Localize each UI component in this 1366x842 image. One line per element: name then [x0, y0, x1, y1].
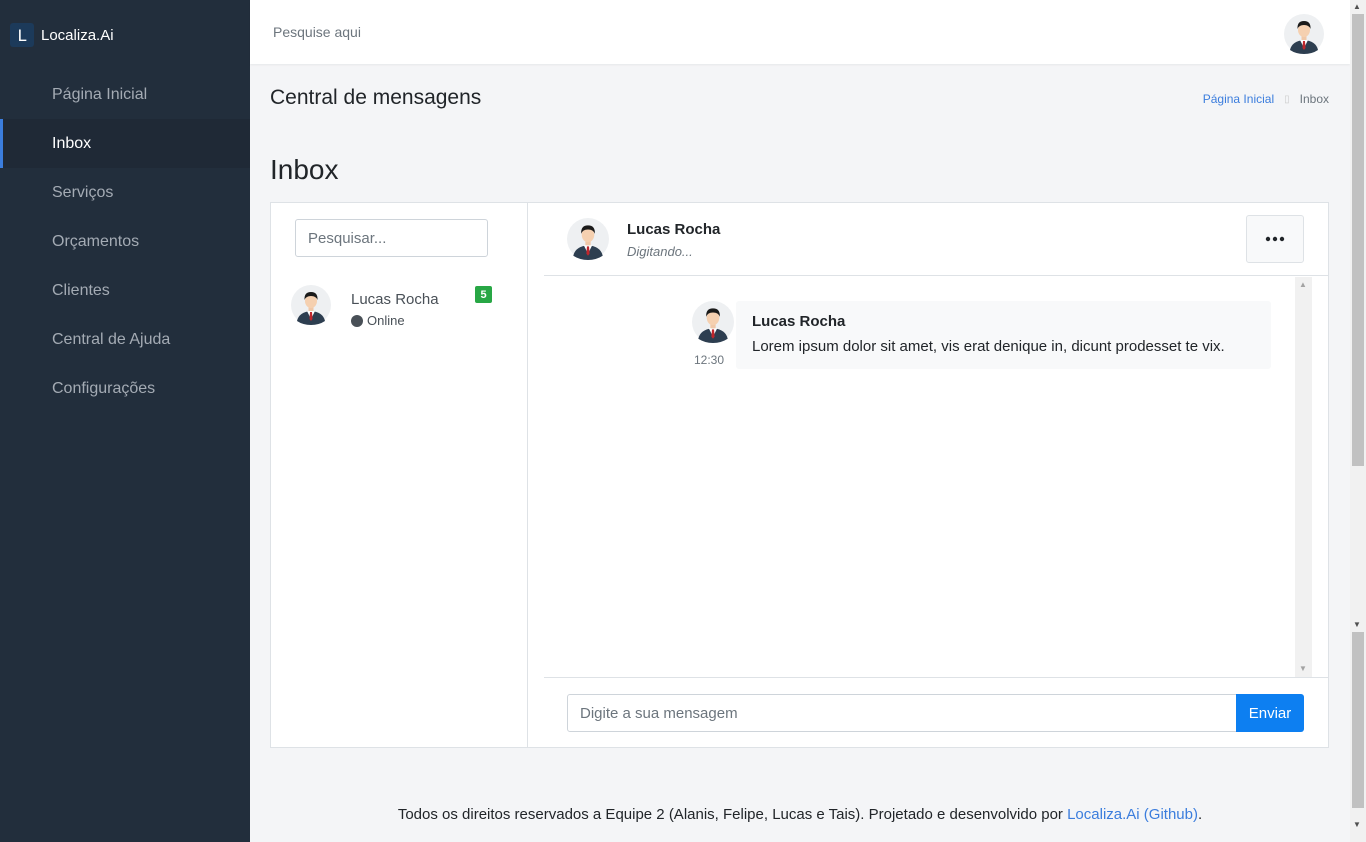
message-composer: Enviar	[544, 677, 1328, 747]
sidebar-item-home[interactable]: Página Inicial	[0, 70, 250, 119]
messages-area[interactable]: 12:30 Lucas Rocha Lorem ipsum dolor sit …	[544, 277, 1328, 677]
page-title: Inbox	[270, 154, 339, 185]
send-button[interactable]: Enviar	[1236, 694, 1304, 732]
message-time: 12:30	[694, 353, 725, 367]
message-author: Lucas Rocha	[752, 313, 846, 330]
contact-avatar-icon	[291, 285, 331, 325]
sidebar-item-label: Serviços	[52, 183, 114, 201]
user-avatar-icon[interactable]	[1284, 14, 1324, 54]
sidebar-item-label: Configurações	[52, 379, 156, 397]
topbar	[250, 0, 1350, 64]
inbox-card: Lucas Rocha Online 5 Lucas Rocha Digitan…	[270, 202, 1329, 748]
footer-end: .	[1198, 806, 1203, 823]
sidebar: L Localiza.Ai Página Inicial Inbox Servi…	[0, 0, 250, 842]
global-search-input[interactable]	[273, 24, 473, 40]
sidebar-nav: Página Inicial Inbox Serviços Orçamentos…	[0, 70, 250, 413]
page-header: Central de mensagens	[270, 86, 482, 109]
message-input[interactable]	[567, 694, 1237, 732]
contact-list-item[interactable]: Lucas Rocha Online 5	[291, 285, 501, 329]
breadcrumb-current: Inbox	[1299, 92, 1329, 106]
scrollbar-thumb-lower[interactable]	[1352, 632, 1364, 808]
chat-typing-status: Digitando...	[627, 244, 693, 259]
chat-contact-name: Lucas Rocha	[627, 221, 721, 238]
ellipsis-icon	[1265, 236, 1285, 242]
message-avatar-icon	[692, 301, 734, 343]
page-scrollbar[interactable]: ▲ ▼ ▼	[1350, 0, 1366, 842]
status-dot-icon	[351, 314, 363, 327]
sidebar-item-label: Orçamentos	[52, 232, 140, 250]
sidebar-item-quotes[interactable]: Orçamentos	[0, 217, 250, 266]
brand-name: Localiza.Ai	[41, 26, 114, 44]
scroll-up-arrow-icon[interactable]: ▲	[1353, 2, 1361, 11]
brand-logo: L	[10, 23, 34, 47]
sidebar-item-settings[interactable]: Configurações	[0, 364, 250, 413]
sidebar-item-services[interactable]: Serviços	[0, 168, 250, 217]
contact-status: Online	[351, 313, 405, 328]
scroll-down-arrow-icon[interactable]: ▼	[1299, 664, 1307, 673]
message-bubble: Lucas Rocha Lorem ipsum dolor sit amet, …	[736, 301, 1271, 369]
breadcrumb-home-link[interactable]: Página Inicial	[1203, 92, 1274, 106]
sidebar-item-help[interactable]: Central de Ajuda	[0, 315, 250, 364]
breadcrumb-separator-icon: ▯	[1284, 93, 1290, 105]
contact-name: Lucas Rocha	[351, 291, 439, 308]
scroll-up-arrow-icon[interactable]: ▲	[1299, 280, 1307, 289]
sidebar-item-label: Clientes	[52, 281, 110, 299]
footer-text: Todos os direitos reservados a Equipe 2 …	[397, 806, 1068, 823]
brand[interactable]: L Localiza.Ai	[0, 0, 250, 70]
more-options-button[interactable]	[1246, 215, 1304, 263]
sidebar-item-label: Inbox	[52, 134, 92, 152]
message-text: Lorem ipsum dolor sit amet, vis erat den…	[752, 338, 1225, 355]
chat-header: Lucas Rocha Digitando...	[544, 203, 1328, 276]
github-link[interactable]: Localiza.Ai (Github)	[1067, 806, 1198, 823]
contact-search-input[interactable]	[295, 219, 488, 257]
sidebar-item-label: Central de Ajuda	[52, 330, 171, 348]
chat-avatar-icon	[567, 218, 609, 260]
messages-scrollbar[interactable]: ▲ ▼	[1295, 277, 1312, 677]
sidebar-item-inbox[interactable]: Inbox	[0, 119, 250, 168]
breadcrumb: Página Inicial ▯ Inbox	[1203, 92, 1329, 106]
scroll-down-arrow-icon[interactable]: ▼	[1353, 820, 1361, 829]
contacts-panel: Lucas Rocha Online 5	[271, 203, 528, 747]
chat-panel: Lucas Rocha Digitando... 12:30 Lucas Roc…	[528, 203, 1328, 747]
footer: Todos os direitos reservados a Equipe 2 …	[250, 806, 1350, 823]
scrollbar-thumb[interactable]	[1352, 14, 1364, 466]
unread-badge: 5	[475, 286, 492, 303]
scroll-down-arrow-icon[interactable]: ▼	[1353, 620, 1361, 629]
sidebar-item-clients[interactable]: Clientes	[0, 266, 250, 315]
contact-status-label: Online	[367, 313, 405, 328]
sidebar-item-label: Página Inicial	[52, 85, 148, 103]
